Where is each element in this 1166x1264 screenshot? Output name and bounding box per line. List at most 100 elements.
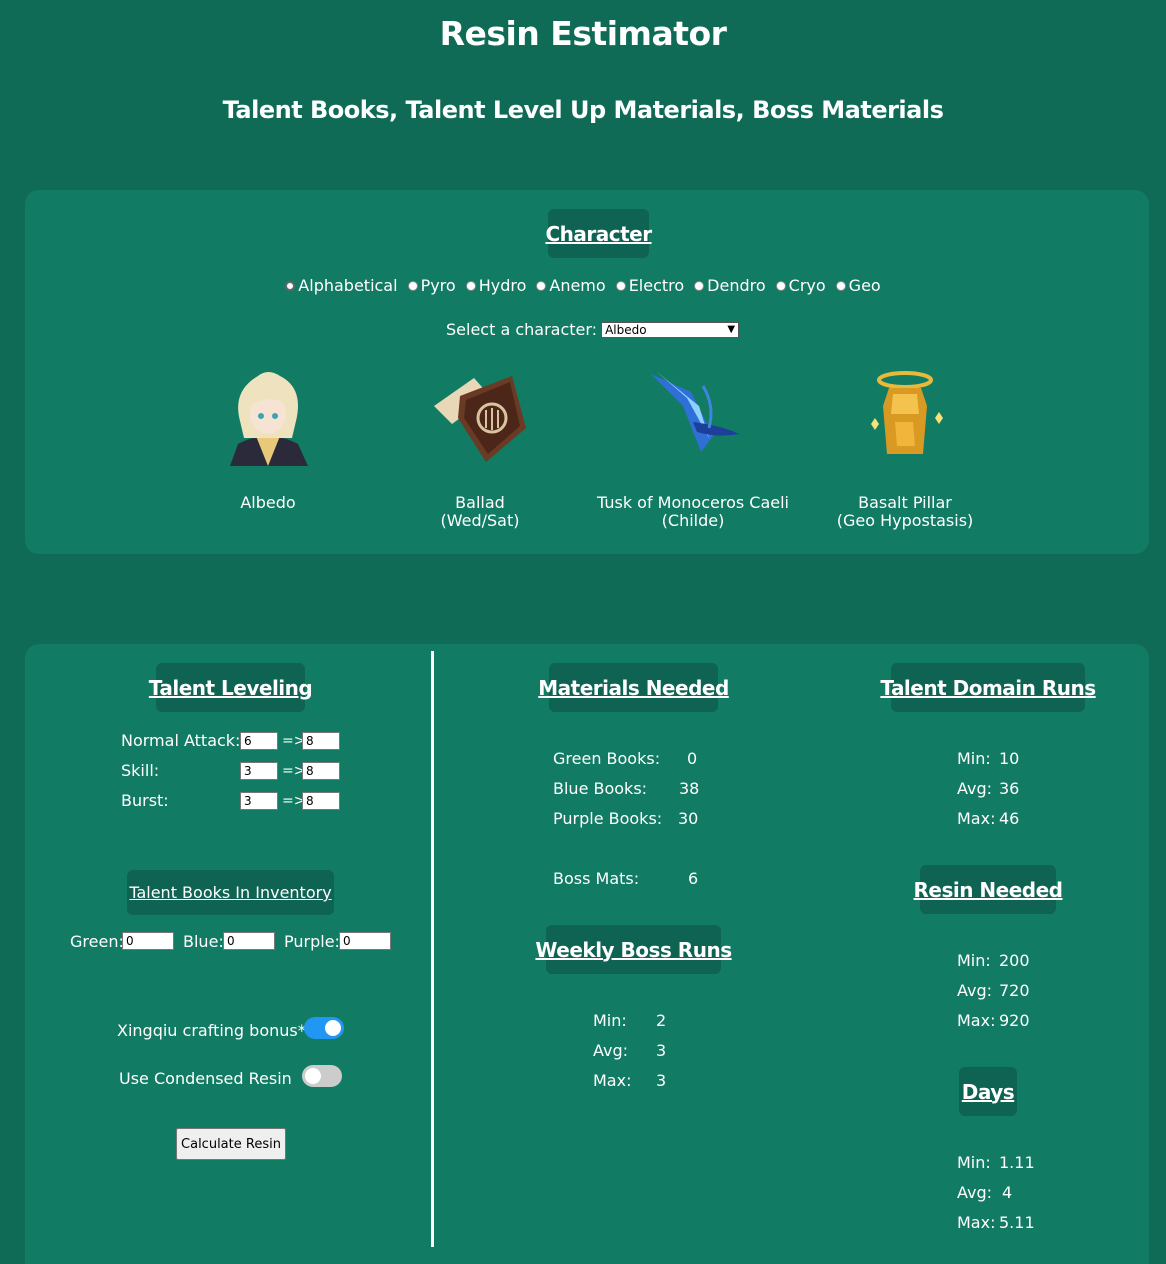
talent-book-card: Ballad (Wed/Sat) xyxy=(360,366,600,530)
inventory-blue-input[interactable]: 0 xyxy=(223,932,275,950)
filter-dendro[interactable]: Dendro xyxy=(694,276,766,295)
skill-to-input[interactable]: 8 xyxy=(302,762,340,780)
character-card: Albedo xyxy=(148,366,388,512)
inventory-green-label: Green: xyxy=(70,932,124,951)
burst-from-input[interactable]: 3 xyxy=(240,792,278,810)
radio-checked-icon[interactable] xyxy=(285,280,296,291)
radio-icon[interactable] xyxy=(407,280,418,291)
filter-label: Cryo xyxy=(788,276,826,295)
radio-icon[interactable] xyxy=(835,280,846,291)
filter-label: Geo xyxy=(848,276,881,295)
normal-attack-to-input[interactable]: 8 xyxy=(302,732,340,750)
days-avg-value: 4 xyxy=(1002,1183,1013,1202)
filter-label: Pyro xyxy=(420,276,456,295)
item-name: Basalt Pillar xyxy=(858,493,952,512)
purple-books-value: 30 xyxy=(678,809,699,828)
days-heading[interactable]: Days xyxy=(959,1067,1017,1116)
item-name: Tusk of Monoceros Caeli xyxy=(597,493,789,512)
skill-label: Skill: xyxy=(121,761,160,780)
resin-needed-heading[interactable]: Resin Needed xyxy=(914,865,1063,914)
xingqiu-toggle[interactable] xyxy=(304,1017,344,1039)
item-sub: (Geo Hypostasis) xyxy=(836,511,974,530)
calculate-resin-button[interactable]: Calculate Resin xyxy=(176,1128,286,1160)
boss-runs-avg-value: 3 xyxy=(656,1041,667,1060)
inventory-blue-label: Blue: xyxy=(183,932,224,951)
item-sub: (Childe) xyxy=(661,511,725,530)
filter-label: Electro xyxy=(628,276,685,295)
skill-from-input[interactable]: 3 xyxy=(240,762,278,780)
purple-books-label: Purple Books: xyxy=(553,809,663,828)
days-avg-label: Avg: xyxy=(957,1183,993,1202)
toggle-knob xyxy=(305,1068,321,1084)
resin-min-label: Min: xyxy=(957,951,991,970)
filter-label: Dendro xyxy=(707,276,766,295)
select-value: Albedo xyxy=(605,322,647,337)
resin-max-value: 920 xyxy=(999,1011,1030,1030)
days-min-label: Min: xyxy=(957,1153,991,1172)
boss-material-card: Tusk of Monoceros Caeli (Childe) xyxy=(573,366,813,530)
filter-electro[interactable]: Electro xyxy=(615,276,685,295)
filter-hydro[interactable]: Hydro xyxy=(465,276,527,295)
normal-attack-label: Normal Attack: xyxy=(121,731,241,750)
character-select[interactable]: Albedo ▼ xyxy=(601,321,740,338)
filter-cryo[interactable]: Cryo xyxy=(775,276,826,295)
domain-runs-min-value: 10 xyxy=(999,749,1020,768)
talent-domain-runs-heading[interactable]: Talent Domain Runs xyxy=(880,663,1096,712)
chevron-down-icon: ▼ xyxy=(727,324,736,335)
filter-label: Alphabetical xyxy=(298,276,398,295)
inventory-green-input[interactable]: 0 xyxy=(122,932,174,950)
resin-avg-label: Avg: xyxy=(957,981,993,1000)
domain-runs-min-label: Min: xyxy=(957,749,991,768)
filter-label: Hydro xyxy=(478,276,527,295)
basalt-pillar-icon xyxy=(855,366,955,466)
radio-icon[interactable] xyxy=(536,280,547,291)
boss-runs-min-label: Min: xyxy=(593,1011,627,1030)
days-max-value: 5.11 xyxy=(999,1213,1035,1232)
element-filter-group: Alphabetical Pyro Hydro Anemo Electro De… xyxy=(0,276,1166,295)
boss-runs-min-value: 2 xyxy=(656,1011,667,1030)
item-name: Ballad xyxy=(455,493,505,512)
inventory-purple-input[interactable]: 0 xyxy=(339,932,391,950)
burst-label: Burst: xyxy=(121,791,169,810)
filter-geo[interactable]: Geo xyxy=(835,276,881,295)
column-divider xyxy=(431,651,434,1247)
item-name: Albedo xyxy=(240,493,296,512)
days-max-label: Max: xyxy=(957,1213,996,1232)
condensed-resin-label: Use Condensed Resin xyxy=(119,1069,292,1088)
boss-runs-avg-label: Avg: xyxy=(593,1041,629,1060)
radio-icon[interactable] xyxy=(615,280,626,291)
boss-material-card: Basalt Pillar (Geo Hypostasis) xyxy=(785,366,1025,530)
blue-books-label: Blue Books: xyxy=(553,779,648,798)
materials-needed-heading[interactable]: Materials Needed xyxy=(538,663,729,712)
boss-mats-label: Boss Mats: xyxy=(553,869,640,888)
domain-runs-max-value: 46 xyxy=(999,809,1020,828)
item-sub: (Wed/Sat) xyxy=(440,511,520,530)
radio-icon[interactable] xyxy=(775,280,786,291)
burst-to-input[interactable]: 8 xyxy=(302,792,340,810)
filter-anemo[interactable]: Anemo xyxy=(536,276,606,295)
boss-runs-max-label: Max: xyxy=(593,1071,632,1090)
inventory-purple-label: Purple: xyxy=(284,932,340,951)
condensed-resin-toggle[interactable] xyxy=(302,1065,342,1087)
talent-leveling-heading[interactable]: Talent Leveling xyxy=(149,663,313,712)
radio-icon[interactable] xyxy=(694,280,705,291)
domain-runs-avg-value: 36 xyxy=(999,779,1020,798)
resin-min-value: 200 xyxy=(999,951,1030,970)
weekly-boss-runs-heading[interactable]: Weekly Boss Runs xyxy=(535,925,732,974)
filter-alphabetical[interactable]: Alphabetical xyxy=(285,276,398,295)
normal-attack-from-input[interactable]: 6 xyxy=(240,732,278,750)
days-min-value: 1.11 xyxy=(999,1153,1035,1172)
toggle-knob xyxy=(325,1020,341,1036)
domain-runs-avg-label: Avg: xyxy=(957,779,993,798)
xingqiu-label: Xingqiu crafting bonus* xyxy=(117,1021,306,1040)
blue-books-value: 38 xyxy=(679,779,700,798)
filter-pyro[interactable]: Pyro xyxy=(407,276,456,295)
select-label: Select a character: xyxy=(446,320,598,339)
boss-mats-value: 6 xyxy=(688,869,699,888)
resin-avg-value: 720 xyxy=(999,981,1030,1000)
character-heading[interactable]: Character xyxy=(545,209,652,258)
page-title: Resin Estimator xyxy=(439,14,727,53)
radio-icon[interactable] xyxy=(465,280,476,291)
filter-label: Anemo xyxy=(549,276,606,295)
inventory-heading[interactable]: Talent Books In Inventory xyxy=(127,870,334,915)
